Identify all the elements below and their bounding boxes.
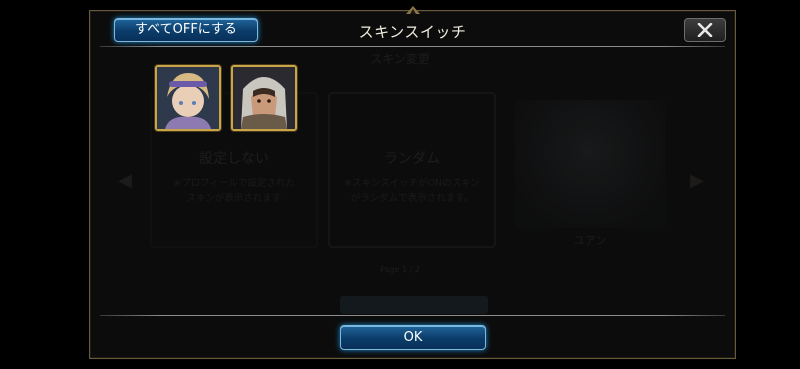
- game-screen: スキン変更 ◀ ▶ 設定しない ※プロフィールで設定された スキンが表示されます…: [0, 0, 800, 369]
- skin-icon-1[interactable]: [155, 65, 221, 131]
- top-divider: [100, 46, 725, 47]
- top-ornament-icon: [405, 6, 420, 14]
- ok-button[interactable]: OK: [340, 325, 486, 350]
- character-portrait-icon: [233, 67, 295, 129]
- dialog-title: スキンスイッチ: [358, 23, 467, 41]
- skin-switch-dialog: すべてOFFにする スキンスイッチ OK: [89, 6, 736, 359]
- character-portrait-icon: [157, 67, 219, 129]
- close-x-icon: [697, 23, 713, 37]
- skin-icon-2[interactable]: [231, 65, 297, 131]
- bottom-divider: [100, 315, 725, 316]
- close-button[interactable]: [684, 18, 726, 42]
